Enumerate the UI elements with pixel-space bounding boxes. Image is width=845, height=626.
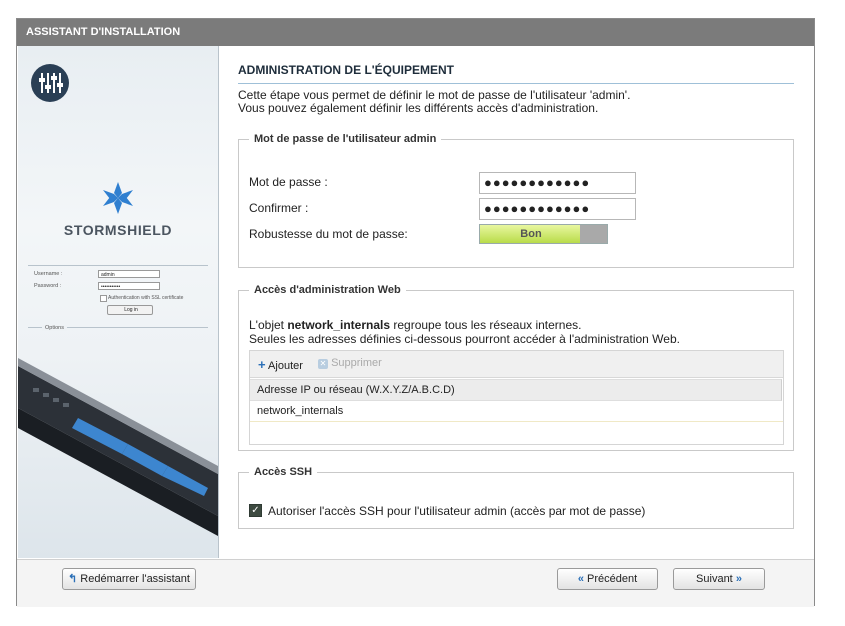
password-legend: Mot de passe de l'utilisateur admin <box>254 133 437 145</box>
wizard-footer: ↰ Redémarrer l'assistant « Précédent Sui… <box>17 559 814 607</box>
password-fieldset: Mot de passe de l'utilisateur admin Mot … <box>238 133 794 268</box>
firewall-appliance-illustration <box>18 358 218 536</box>
ssh-checkbox[interactable]: ✓ <box>249 504 262 517</box>
checkmark-icon: ✓ <box>251 505 260 516</box>
mini-username-label: Username : <box>34 271 63 277</box>
web-admin-fieldset: Accès d'administration Web L'objet netwo… <box>238 284 794 451</box>
column-header-address[interactable]: Adresse IP ou réseau (W.X.Y.Z/A.B.C.D) <box>250 379 782 401</box>
strength-value: Bon <box>520 228 542 240</box>
web-text-suffix: regroupe tous les réseaux internes. <box>390 318 582 332</box>
confirm-password-field[interactable]: ●●●●●●●●●●●● <box>479 198 636 220</box>
password-label: Mot de passe : <box>249 175 328 189</box>
brand-name: STORMSHIELD <box>63 222 173 238</box>
window-title: ASSISTANT D'INSTALLATION <box>17 19 814 46</box>
web-text-line-2: Seules les adresses définies ci-dessous … <box>249 332 680 346</box>
restart-icon: ↰ <box>68 573 78 585</box>
intro-text: Cette étape vous permet de définir le mo… <box>238 89 630 115</box>
confirm-label: Confirmer : <box>249 201 309 215</box>
restart-wizard-button[interactable]: ↰ Redémarrer l'assistant <box>62 568 196 590</box>
strength-label: Robustesse du mot de passe: <box>249 227 408 241</box>
mini-options-label: Options <box>42 325 67 331</box>
web-admin-legend: Accès d'administration Web <box>254 284 401 296</box>
plus-icon: + <box>258 357 266 372</box>
ssh-checkbox-label[interactable]: Autoriser l'accès SSH pour l'utilisateur… <box>268 504 645 518</box>
mini-ssl-checkbox <box>100 295 107 302</box>
mini-username-field: admin <box>98 270 160 278</box>
intro-line-2: Vous pouvez également définir les différ… <box>238 101 599 115</box>
web-text-prefix: L'objet <box>249 318 288 332</box>
wizard-window: ASSISTANT D'INSTALLATION STORMSHIELD Use… <box>16 18 815 607</box>
web-admin-description: L'objet network_internals regroupe tous … <box>249 318 680 346</box>
app-logo-icon <box>31 64 69 102</box>
double-chevron-right-icon: » <box>735 573 742 585</box>
delete-icon: ✕ <box>318 359 328 369</box>
web-text-object: network_internals <box>287 318 391 332</box>
title-divider <box>238 83 794 84</box>
restart-button-label: Redémarrer l'assistant <box>80 573 190 585</box>
previous-button-label: Précédent <box>587 573 638 585</box>
password-field[interactable]: ●●●●●●●●●●●● <box>479 172 636 194</box>
ssh-legend: Accès SSH <box>254 466 313 478</box>
mini-password-field: ••••••••••• <box>98 282 160 290</box>
next-button[interactable]: Suivant » <box>673 568 765 590</box>
next-button-label: Suivant <box>696 573 733 585</box>
sidebar-illustration: STORMSHIELD Username : admin Password : … <box>18 46 219 558</box>
page-title: ADMINISTRATION DE L'ÉQUIPEMENT <box>238 63 454 77</box>
main-content: ADMINISTRATION DE L'ÉQUIPEMENT Cette éta… <box>219 46 814 558</box>
mini-login-button: Log in <box>107 305 153 315</box>
mini-password-label: Password : <box>34 283 62 289</box>
password-strength-meter: Bon <box>479 224 608 244</box>
table-row[interactable]: network_internals <box>250 401 783 422</box>
add-button-label: Ajouter <box>268 360 303 372</box>
double-chevron-left-icon: « <box>577 573 584 585</box>
mini-ssl-label: Authentication with SSL certificate <box>108 295 184 301</box>
grid-toolbar: + Ajouter ✕ Supprimer <box>250 351 783 378</box>
address-grid: + Ajouter ✕ Supprimer Adresse IP ou rése… <box>249 350 784 445</box>
add-button[interactable]: + Ajouter <box>258 357 303 372</box>
remove-button[interactable]: ✕ Supprimer <box>318 357 382 369</box>
remove-button-label: Supprimer <box>331 357 382 369</box>
previous-button[interactable]: « Précédent <box>557 568 658 590</box>
stormshield-logo-icon <box>103 182 133 214</box>
ssh-fieldset: Accès SSH ✓ Autoriser l'accès SSH pour l… <box>238 466 794 529</box>
